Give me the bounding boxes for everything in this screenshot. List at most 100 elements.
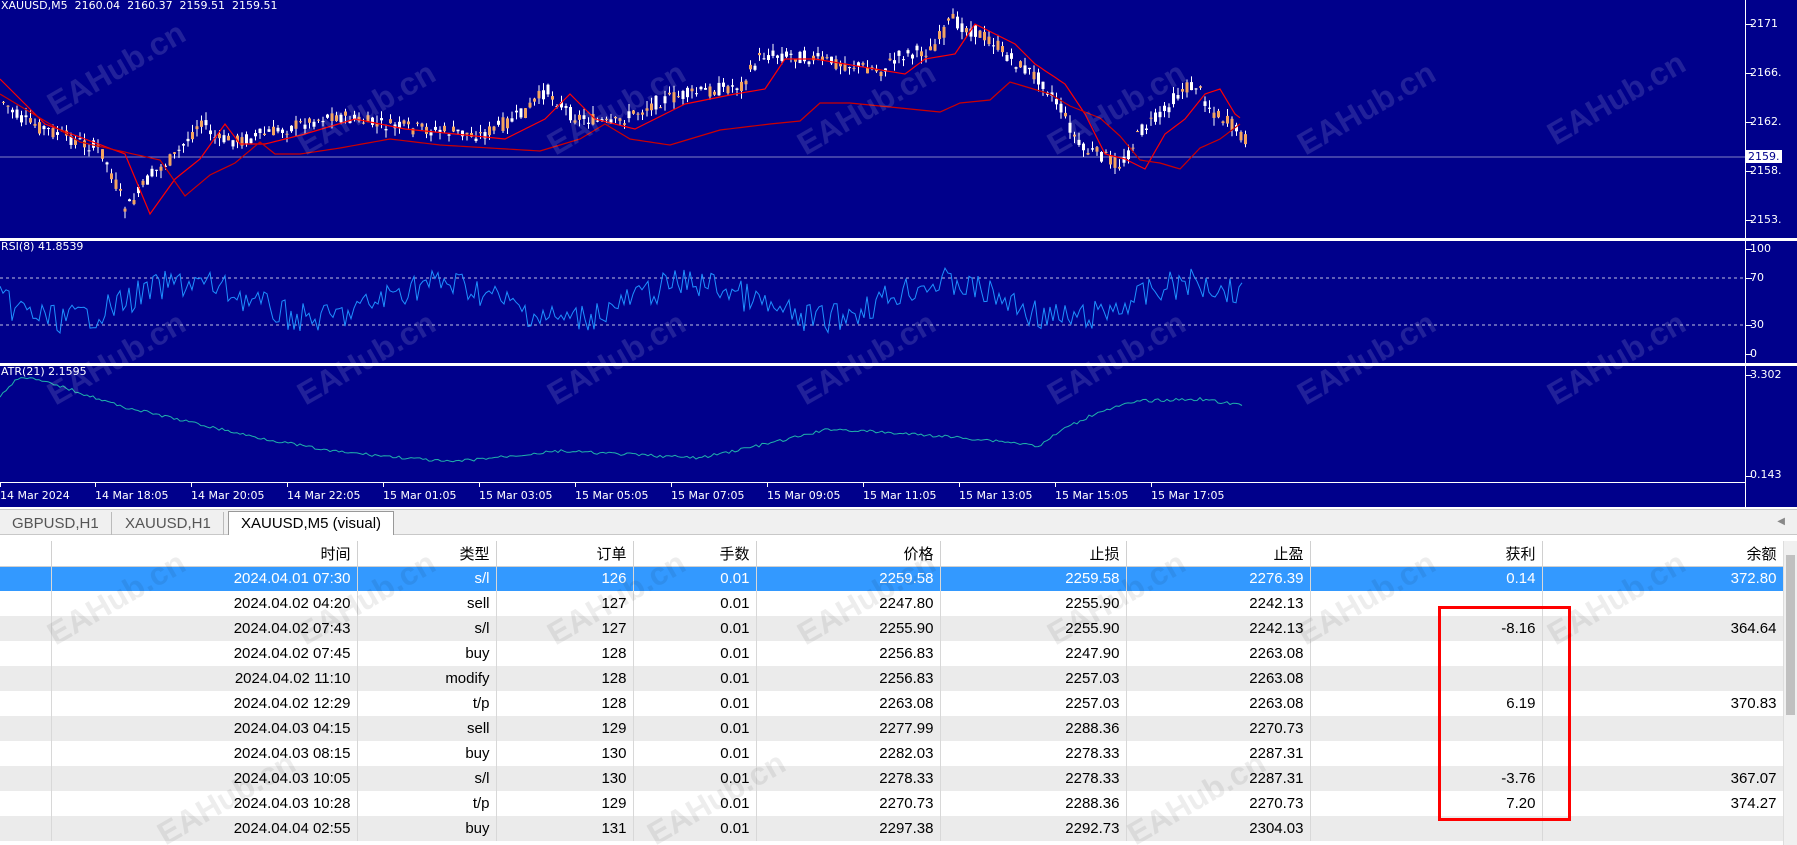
candle-body	[767, 55, 770, 60]
rsi-scale-label: 30	[1750, 318, 1764, 331]
candle-body	[1208, 107, 1211, 109]
table-row[interactable]: 2024.04.02 07:45 buy 128 0.01 2256.83 2247.90…	[0, 641, 1784, 666]
candle-body	[879, 71, 883, 77]
main-price-scale[interactable]: 2171 2166. 2162. 2159. 2158. 2153.	[1745, 0, 1797, 238]
candle-body	[308, 118, 311, 123]
row-icon-cell	[0, 691, 52, 716]
time-tick	[1055, 483, 1056, 487]
table-row[interactable]: 2024.04.02 11:10 modify 128 0.01 2256.83 2257…	[0, 666, 1784, 691]
cell-profit: 0.14	[1310, 566, 1543, 591]
atr-line	[0, 377, 1243, 463]
rsi-scale[interactable]: 100 70 30 0	[1745, 241, 1797, 363]
tab-xauusd-m5-visual[interactable]: XAUUSD,M5 (visual)	[228, 511, 395, 535]
cell-time: 2024.04.02 07:43	[51, 616, 358, 641]
candle-body	[195, 126, 199, 130]
rsi-pane[interactable]: RSI(8) 41.8539	[0, 241, 1745, 363]
moving-average-slow	[0, 81, 1241, 197]
tab-gbpusd-h1[interactable]: GBPUSD,H1	[0, 512, 112, 535]
candle-body	[425, 126, 428, 134]
cell-take-profit: 2287.31	[1126, 741, 1311, 766]
cell-lots: 0.01	[633, 791, 757, 816]
candle-body	[303, 124, 307, 129]
column-header-icon[interactable]	[0, 541, 52, 567]
atr-pane[interactable]: ATR(21) 2.1595	[0, 366, 1745, 482]
candle-body	[1068, 122, 1072, 133]
candle-body	[645, 108, 649, 111]
cell-take-profit: 2304.03	[1126, 816, 1311, 841]
table-row[interactable]: 2024.04.03 04:15 sell 129 0.01 2277.99 2288.3…	[0, 716, 1784, 741]
cell-type: modify	[357, 666, 497, 691]
cell-time: 2024.04.03 10:28	[51, 791, 358, 816]
cell-time: 2024.04.03 04:15	[51, 716, 358, 741]
trade-table: 时间 类型 订单 手数 价格 止损 止盈 获利 余额 2024.04.01 07…	[0, 541, 1784, 841]
cell-balance: 364.64	[1542, 616, 1784, 641]
column-header-take-profit[interactable]: 止盈	[1126, 541, 1311, 567]
atr-scale-label: 3.302	[1750, 368, 1782, 381]
candle-body	[1136, 131, 1139, 133]
candle-body	[1064, 112, 1067, 117]
atr-scale-label: 0.143	[1750, 468, 1782, 481]
candle-body	[1185, 82, 1189, 93]
candle-body	[1176, 95, 1180, 99]
candle-body	[317, 119, 320, 121]
candle-body	[708, 86, 712, 97]
column-header-order[interactable]: 订单	[496, 541, 634, 567]
table-row[interactable]: 2024.04.02 07:43 s/l 127 0.01 2255.90 2255.90…	[0, 616, 1784, 641]
cell-profit: -3.76	[1310, 766, 1543, 791]
chevron-left-icon[interactable]: ◀	[1777, 516, 1785, 527]
candle-body	[722, 82, 725, 87]
candle-body	[618, 118, 622, 121]
candle-body	[807, 61, 811, 65]
candle-body	[762, 58, 766, 60]
cell-lots: 0.01	[633, 641, 757, 666]
table-row[interactable]: 2024.04.01 07:30 s/l 126 0.01 2259.58 2259.58…	[0, 566, 1784, 591]
tab-xauusd-h1[interactable]: XAUUSD,H1	[113, 512, 224, 535]
column-header-type[interactable]: 类型	[357, 541, 497, 567]
candle-body	[83, 140, 86, 148]
cell-stop-loss: 2288.36	[940, 791, 1127, 816]
candle-body	[1172, 93, 1175, 105]
candle-body	[110, 173, 113, 180]
table-row[interactable]: 2024.04.02 04:20 sell 127 0.01 2247.80 2255.9…	[0, 591, 1784, 616]
trade-history-table[interactable]: 时间 类型 订单 手数 价格 止损 止盈 获利 余额 2024.04.01 07…	[0, 541, 1797, 845]
candle-body	[1221, 121, 1225, 124]
price-label: 2166.	[1750, 66, 1782, 79]
vertical-scrollbar[interactable]	[1783, 541, 1797, 845]
candle-body	[245, 134, 248, 144]
main-price-pane[interactable]: XAUUSD,M5 2160.04 2160.37 2159.51 2159.5…	[0, 0, 1745, 238]
candle-body	[299, 121, 302, 123]
candle-body	[344, 111, 347, 116]
candle-body	[1127, 150, 1130, 160]
table-row[interactable]: 2024.04.03 08:15 buy 130 0.01 2282.03 2278.33…	[0, 741, 1784, 766]
column-header-price[interactable]: 价格	[756, 541, 941, 567]
column-header-balance[interactable]: 余额	[1542, 541, 1784, 567]
column-header-stop-loss[interactable]: 止损	[940, 541, 1127, 567]
table-row[interactable]: 2024.04.04 02:55 buy 131 0.01 2297.38 2292.73…	[0, 816, 1784, 841]
chart-area[interactable]: XAUUSD,M5 2160.04 2160.37 2159.51 2159.5…	[0, 0, 1797, 510]
candle-body	[942, 26, 946, 38]
candle-body	[551, 96, 554, 100]
column-header-profit[interactable]: 获利	[1310, 541, 1543, 567]
candle-body	[911, 54, 914, 59]
candle-body	[24, 115, 28, 118]
column-header-time[interactable]: 时间	[51, 541, 358, 567]
candle-body	[443, 125, 446, 132]
candle-body	[1199, 86, 1202, 88]
table-row[interactable]: 2024.04.03 10:28 t/p 129 0.01 2270.73 2288.36…	[0, 791, 1784, 816]
column-header-lots[interactable]: 手数	[633, 541, 757, 567]
candle-body	[587, 122, 590, 124]
candle-body	[272, 126, 275, 136]
table-row[interactable]: 2024.04.02 12:29 t/p 128 0.01 2263.08 2257.03…	[0, 691, 1784, 716]
candle-body	[371, 117, 374, 125]
cell-price: 2259.58	[756, 566, 941, 591]
candle-body	[222, 135, 226, 143]
table-row[interactable]: 2024.04.03 10:05 s/l 130 0.01 2278.33 2278.33…	[0, 766, 1784, 791]
cell-balance: 372.80	[1542, 566, 1784, 591]
candle-body	[816, 53, 820, 57]
scrollbar-thumb[interactable]	[1786, 555, 1795, 715]
candle-body	[416, 122, 419, 124]
candle-body	[695, 93, 698, 95]
candle-body	[326, 114, 329, 118]
candle-body	[605, 118, 608, 120]
atr-scale[interactable]: 3.302 0.143	[1745, 366, 1797, 482]
